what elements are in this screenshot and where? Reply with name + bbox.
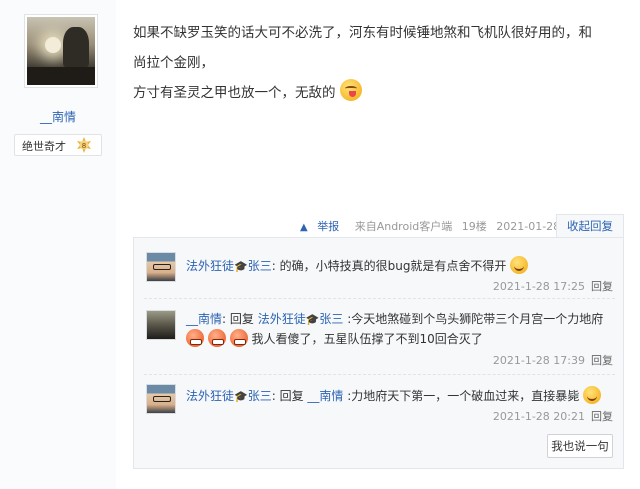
reply-meta: 2021-1-28 17:25 回复 bbox=[493, 278, 613, 294]
author-username[interactable]: __南情 bbox=[0, 108, 116, 125]
post-source: 来自Android客户端 bbox=[354, 220, 453, 233]
badge-label: 绝世奇才 bbox=[22, 140, 66, 153]
reply-avatar[interactable] bbox=[146, 384, 176, 414]
reply-content: 的确，小特技真的很bug就是有点舍不得开 bbox=[275, 259, 507, 273]
smile-emoji-icon bbox=[510, 256, 529, 274]
reply-item: 法外狂徒🎓张三: 回复 __南情 :力地府天下第一，一个破血过来，直接暴毙 20… bbox=[134, 384, 623, 423]
graduation-cap-icon: 🎓 bbox=[234, 390, 248, 403]
say-something-button[interactable]: 我也说一句 bbox=[547, 434, 613, 458]
reply-word: : 回复 bbox=[271, 389, 308, 403]
reply-target[interactable]: __南情 bbox=[307, 389, 343, 403]
author-panel: __南情 绝世奇才 8 bbox=[0, 0, 116, 489]
reply-button[interactable]: 回复 bbox=[591, 354, 613, 367]
reply-content-2: 我人看傻了，五星队伍撑了不到10回合灭了 bbox=[251, 332, 483, 346]
angry-emoji-icon bbox=[186, 329, 204, 347]
author-badge[interactable]: 绝世奇才 8 bbox=[14, 134, 102, 156]
angry-emoji-icon bbox=[229, 329, 248, 347]
reply-text: 法外狂徒🎓张三: 回复 __南情 :力地府天下第一，一个破血过来，直接暴毙 bbox=[186, 386, 602, 407]
reply-content: :力地府天下第一，一个破血过来，直接暴毙 bbox=[343, 389, 580, 403]
post-line-2: 方寸有圣灵之甲也放一个，无敌的 bbox=[133, 78, 603, 108]
graduation-cap-icon: 🎓 bbox=[234, 260, 248, 273]
smile-emoji-icon bbox=[583, 386, 602, 404]
svg-text:8: 8 bbox=[82, 142, 86, 150]
author-avatar[interactable] bbox=[24, 14, 98, 88]
reply-avatar[interactable] bbox=[146, 310, 176, 340]
report-link[interactable]: ▲ 举报 bbox=[300, 220, 345, 233]
graduation-cap-icon: 🎓 bbox=[305, 313, 320, 326]
post-line-1: 如果不缺罗玉笑的话大可不必洗了，河东有时候锤地煞和飞机队很好用的，和尚拉个金刚， bbox=[133, 25, 592, 71]
warning-icon: ▲ bbox=[300, 222, 308, 233]
reply-target[interactable]: 法外狂徒🎓张三 bbox=[258, 312, 344, 326]
reply-username[interactable]: __南情 bbox=[186, 312, 222, 326]
reply-time: 2021-1-28 17:39 bbox=[492, 354, 585, 367]
reply-item: 法外狂徒🎓张三: 的确，小特技真的很bug就是有点舍不得开 2021-1-28 … bbox=[134, 252, 623, 293]
reply-text: __南情: 回复 法外狂徒🎓张三 :今天地煞碰到个鸟头狮陀带三个月宫一个力地府 bbox=[186, 309, 603, 330]
reply-divider bbox=[144, 374, 615, 375]
reply-word: : 回复 bbox=[222, 312, 258, 326]
tongue-emoji-icon bbox=[339, 79, 362, 101]
reply-time: 2021-1-28 20:21 bbox=[492, 410, 585, 423]
reply-time: 2021-1-28 17:25 bbox=[492, 280, 585, 293]
reply-meta: 2021-1-28 17:39 回复 bbox=[493, 352, 613, 368]
reply-avatar[interactable] bbox=[146, 252, 176, 282]
reply-text-line-2: 我人看傻了，五星队伍撑了不到10回合灭了 bbox=[186, 329, 483, 349]
angry-emoji-icon bbox=[207, 329, 226, 347]
fold-replies-button[interactable]: 收起回复 bbox=[556, 214, 624, 238]
reply-divider bbox=[144, 298, 615, 299]
reply-button[interactable]: 回复 bbox=[591, 410, 613, 423]
reply-username[interactable]: 法外狂徒🎓张三 bbox=[186, 259, 272, 273]
level-badge-icon: 8 bbox=[77, 137, 91, 153]
reply-box: 法外狂徒🎓张三: 的确，小特技真的很bug就是有点舍不得开 2021-1-28 … bbox=[133, 237, 624, 469]
post-floor: 19楼 bbox=[461, 220, 487, 233]
reply-content: :今天地煞碰到个鸟头狮陀带三个月宫一个力地府 bbox=[343, 312, 604, 326]
post-line-2-text: 方寸有圣灵之甲也放一个，无敌的 bbox=[133, 85, 336, 101]
reply-text: 法外狂徒🎓张三: 的确，小特技真的很bug就是有点舍不得开 bbox=[186, 256, 529, 277]
report-label: 举报 bbox=[317, 220, 340, 233]
reply-username[interactable]: 法外狂徒🎓张三 bbox=[186, 389, 272, 403]
reply-meta: 2021-1-28 20:21 回复 bbox=[493, 408, 613, 424]
reply-button[interactable]: 回复 bbox=[591, 280, 613, 293]
post-content: 如果不缺罗玉笑的话大可不必洗了，河东有时候锤地煞和飞机队很好用的，和尚拉个金刚，… bbox=[133, 18, 603, 108]
avatar-image bbox=[27, 17, 95, 85]
